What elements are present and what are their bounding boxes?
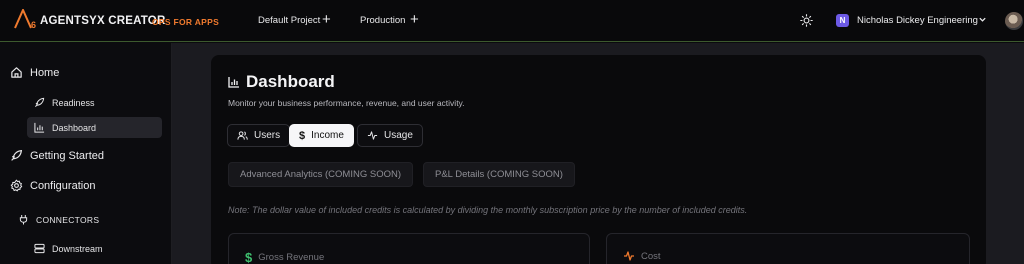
sidebar-item-label: Dashboard xyxy=(52,122,97,133)
top-bar: 6 AGENTSYX CREATOR OPS FOR APPS Default … xyxy=(0,0,1024,42)
add-project-icon[interactable]: + xyxy=(322,12,331,27)
project-selector[interactable]: Default Project xyxy=(258,15,320,26)
activity-icon xyxy=(367,131,378,140)
rocket-icon xyxy=(11,149,23,161)
gear-icon xyxy=(10,179,23,192)
sidebar-section-connectors[interactable]: CONNECTORS xyxy=(19,214,99,225)
environment-selector[interactable]: Production xyxy=(360,15,405,26)
sidebar: Home Readiness Dashboard Getting Started… xyxy=(0,43,172,264)
org-badge: N xyxy=(836,14,849,27)
sidebar-item-getting-started[interactable]: Getting Started xyxy=(10,149,104,162)
brand-name: AGENTSYX CREATOR xyxy=(40,15,166,27)
logo-mark: 6 xyxy=(14,9,38,31)
sidebar-item-downstream[interactable]: Downstream xyxy=(34,243,103,254)
org-switcher[interactable]: Nicholas Dickey Engineering xyxy=(857,15,978,26)
rocket-icon xyxy=(35,97,45,107)
sidebar-item-label: Readiness xyxy=(52,97,95,108)
tab-users[interactable]: Users xyxy=(227,124,291,147)
brand-tagline: OPS FOR APPS xyxy=(152,17,220,27)
bar-chart-icon xyxy=(228,77,239,88)
bar-chart-icon xyxy=(34,122,45,133)
dollar-icon: $ xyxy=(245,250,253,264)
logo-subscript: 6 xyxy=(31,20,37,30)
tab-income[interactable]: $ Income xyxy=(289,124,354,147)
tab-usage[interactable]: Usage xyxy=(357,124,423,147)
activity-icon xyxy=(624,251,634,261)
sidebar-item-label: Downstream xyxy=(52,243,103,254)
sidebar-section-label: CONNECTORS xyxy=(36,214,100,225)
sidebar-item-configuration[interactable]: Configuration xyxy=(10,179,95,192)
home-icon xyxy=(11,67,22,78)
sidebar-item-label: Getting Started xyxy=(30,149,104,162)
logo-a-icon xyxy=(14,9,32,29)
server-icon xyxy=(34,243,45,254)
chevron-down-icon[interactable] xyxy=(978,15,987,24)
advanced-analytics-button[interactable]: Advanced Analytics (COMING SOON) xyxy=(228,162,414,187)
tab-label: Income xyxy=(311,130,344,141)
gross-revenue-label: $ Gross Revenue xyxy=(245,250,324,264)
sidebar-item-home[interactable]: Home xyxy=(10,66,59,79)
sidebar-item-label: Configuration xyxy=(30,179,96,192)
user-avatar[interactable] xyxy=(1005,12,1023,30)
sidebar-item-dashboard[interactable]: Dashboard xyxy=(34,122,96,133)
credits-note: Note: The dollar value of included credi… xyxy=(228,205,748,215)
dollar-icon: $ xyxy=(299,129,306,142)
theme-toggle-icon[interactable] xyxy=(800,14,813,27)
pl-details-button[interactable]: P&L Details (COMING SOON) xyxy=(423,162,575,187)
cost-label: Cost xyxy=(623,250,661,262)
stat-label-text: Gross Revenue xyxy=(258,252,325,263)
users-icon xyxy=(237,131,248,140)
app-logo[interactable]: 6 xyxy=(14,9,38,31)
sidebar-item-label: Home xyxy=(30,66,60,79)
add-environment-icon[interactable]: + xyxy=(410,12,419,27)
tab-label: Usage xyxy=(384,130,413,141)
page-title: Dashboard xyxy=(246,72,335,91)
sidebar-item-readiness[interactable]: Readiness xyxy=(34,97,95,108)
page-subtitle: Monitor your business performance, reven… xyxy=(228,98,465,108)
tab-label: Users xyxy=(254,130,281,141)
stat-label-text: Cost xyxy=(641,250,661,262)
plug-icon xyxy=(19,215,28,225)
